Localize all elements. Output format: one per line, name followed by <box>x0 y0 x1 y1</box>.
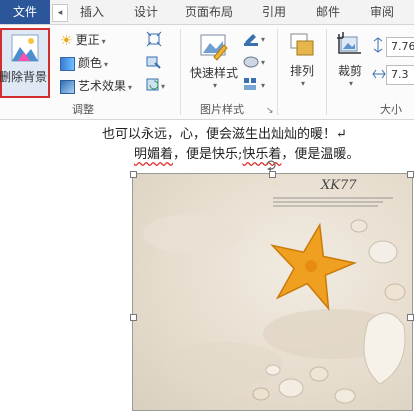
picture-styles-group-label: 图片样式 <box>200 103 244 116</box>
chevron-down-icon: ▾ <box>212 81 217 90</box>
document-text: ，便是温暖。 <box>281 147 360 162</box>
rotate-handle-icon[interactable] <box>264 158 278 172</box>
remove-background-label: 删除背景 <box>0 70 47 84</box>
svg-text:▾: ▾ <box>161 82 165 91</box>
photo-caption-text: XK77 <box>321 178 357 193</box>
chevron-down-icon: ▾ <box>128 83 133 92</box>
shape-height-icon <box>373 37 383 53</box>
quick-styles-icon <box>200 34 228 61</box>
picture-border-icon[interactable]: ▾ <box>243 30 269 46</box>
picture-effects-icon[interactable]: ▾ <box>243 53 269 69</box>
artistic-effects-button[interactable]: 艺术效果 ▾ <box>60 76 132 96</box>
arrange-button[interactable]: 排列 ▾ <box>284 31 320 88</box>
chevron-down-icon: ▾ <box>300 79 305 88</box>
tab-design[interactable]: 设计 <box>134 0 158 24</box>
chevron-down-icon: ▾ <box>104 60 109 69</box>
selected-picture[interactable]: XK77 <box>132 173 413 411</box>
quick-styles-button[interactable]: 快速样式 ▾ <box>188 31 240 90</box>
spelling-underlined-text: 明媚着 <box>134 147 174 162</box>
resize-handle-top-left[interactable] <box>130 171 137 178</box>
chevron-down-icon: ▾ <box>101 37 106 46</box>
ribbon-tab-bar: 文件 ◂ 插入 设计 页面布局 引用 邮件 审阅 <box>0 0 414 25</box>
adjust-group-label: 调整 <box>72 103 94 116</box>
size-group-label: 大小 <box>380 103 402 116</box>
reset-picture-icon[interactable]: ▾ <box>146 77 168 93</box>
artistic-effects-icon <box>60 79 75 94</box>
document-area[interactable]: 也可以永远，心，便会滋生出灿灿的暖！↵ 明媚着，便是快乐;快乐着，便是温暖。 X… <box>0 120 414 411</box>
ribbon: 删除背景 ☀ 更正 ▾ 颜色 ▾ 艺术效果 ▾ ▾ 调整 快速样式 ▾ ▾ ▾ ▾ 图片… <box>0 25 414 120</box>
crop-button[interactable]: 裁剪 ▾ <box>331 31 369 88</box>
document-line[interactable]: 明媚着，便是快乐;快乐着，便是温暖。 <box>134 143 359 162</box>
tab-references[interactable]: 引用 <box>262 0 286 24</box>
shape-height-input[interactable]: 7.76 <box>386 37 414 57</box>
artistic-effects-label: 艺术效果 <box>78 79 127 93</box>
svg-text:▾: ▾ <box>261 58 265 67</box>
document-line[interactable]: 也可以永远，心，便会滋生出灿灿的暖！↵ <box>102 123 347 142</box>
shape-width-input[interactable]: 7.3 <box>386 65 414 85</box>
crop-icon <box>337 32 361 54</box>
svg-text:▾: ▾ <box>261 81 265 90</box>
corrections-button[interactable]: ☀ 更正 ▾ <box>60 30 106 50</box>
sun-icon: ☀ <box>60 32 73 49</box>
beach-starfish-image <box>143 197 406 404</box>
dialog-launcher-icon[interactable]: ↘ <box>266 106 274 116</box>
corrections-label: 更正 <box>75 33 100 47</box>
tab-page-layout[interactable]: 页面布局 <box>185 0 233 24</box>
tab-file[interactable]: 文件 <box>0 0 50 24</box>
group-divider <box>326 29 327 115</box>
remove-background-icon <box>11 34 39 62</box>
resize-handle-left[interactable] <box>130 314 137 321</box>
tab-scroll-left-icon[interactable]: ◂ <box>52 4 68 22</box>
tab-review[interactable]: 审阅 <box>370 0 394 24</box>
quick-styles-label: 快速样式 <box>189 66 238 80</box>
resize-handle-top-right[interactable] <box>407 171 414 178</box>
svg-text:▾: ▾ <box>261 35 265 44</box>
document-text: ，便是快乐; <box>173 147 243 162</box>
arrange-icon <box>290 33 314 56</box>
change-picture-icon[interactable] <box>146 54 162 70</box>
arrange-label: 排列 <box>289 64 314 78</box>
shape-width-icon <box>372 69 386 79</box>
resize-handle-top[interactable] <box>269 171 276 178</box>
resize-handle-right[interactable] <box>407 314 414 321</box>
color-icon <box>60 56 75 71</box>
color-label: 颜色 <box>78 56 103 70</box>
group-divider <box>277 29 278 115</box>
color-button[interactable]: 颜色 ▾ <box>60 53 108 73</box>
tab-insert[interactable]: 插入 <box>80 0 104 24</box>
group-divider <box>180 29 181 115</box>
picture-layout-icon[interactable]: ▾ <box>243 76 269 92</box>
crop-label: 裁剪 <box>337 64 362 78</box>
remove-background-button[interactable]: 删除背景 <box>0 28 50 98</box>
compress-pictures-icon[interactable] <box>146 31 162 47</box>
chevron-down-icon: ▾ <box>348 79 353 88</box>
tab-mailings[interactable]: 邮件 <box>316 0 340 24</box>
